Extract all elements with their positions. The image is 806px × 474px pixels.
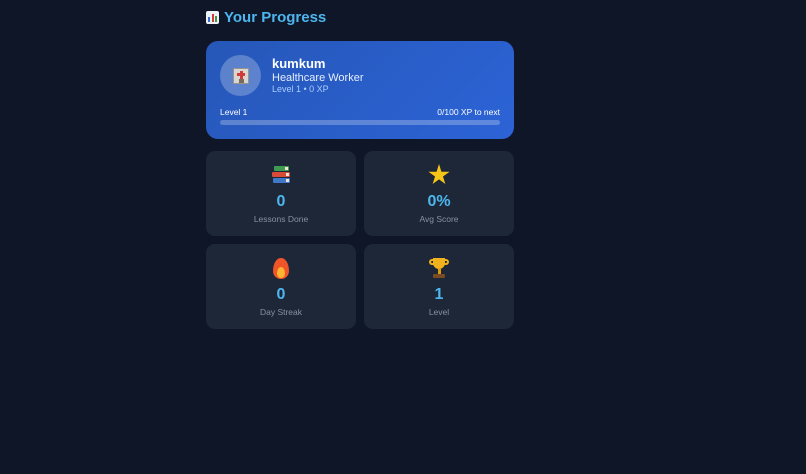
profile-card: kumkum Healthcare Worker Level 1 • 0 XP …: [206, 41, 514, 139]
star-icon: [428, 164, 450, 185]
fire-icon: [273, 257, 289, 279]
user-role: Healthcare Worker: [272, 72, 364, 84]
hospital-icon: [232, 67, 249, 84]
stat-label: Avg Score: [419, 214, 459, 224]
stat-value: 0%: [427, 193, 451, 210]
stat-label: Day Streak: [259, 307, 303, 317]
trophy-icon: [428, 257, 450, 279]
stat-card-level: 1 Level: [364, 244, 514, 329]
avatar: [220, 55, 261, 96]
progress-page: Your Progress kumkum Healthcare Worker L…: [0, 0, 806, 474]
stat-value: 0: [276, 193, 286, 210]
stat-card-avg-score: 0% Avg Score: [364, 151, 514, 236]
stat-value: 1: [434, 286, 444, 303]
stat-value: 0: [276, 286, 286, 303]
user-name: kumkum: [272, 56, 326, 71]
page-title: Your Progress: [206, 6, 326, 28]
books-icon: [271, 165, 291, 185]
xp-progress-bar: [220, 120, 500, 125]
xp-to-next: 0/100 XP to next: [437, 107, 500, 117]
bar-chart-icon: [206, 10, 219, 24]
stat-label: Lessons Done: [253, 214, 309, 224]
stat-label: Level: [428, 307, 450, 317]
stat-card-day-streak: 0 Day Streak: [206, 244, 356, 329]
page-title-text: Your Progress: [224, 8, 327, 26]
user-level-xp: Level 1 • 0 XP: [272, 84, 329, 94]
stat-card-lessons: 0 Lessons Done: [206, 151, 356, 236]
level-label: Level 1: [220, 107, 248, 117]
